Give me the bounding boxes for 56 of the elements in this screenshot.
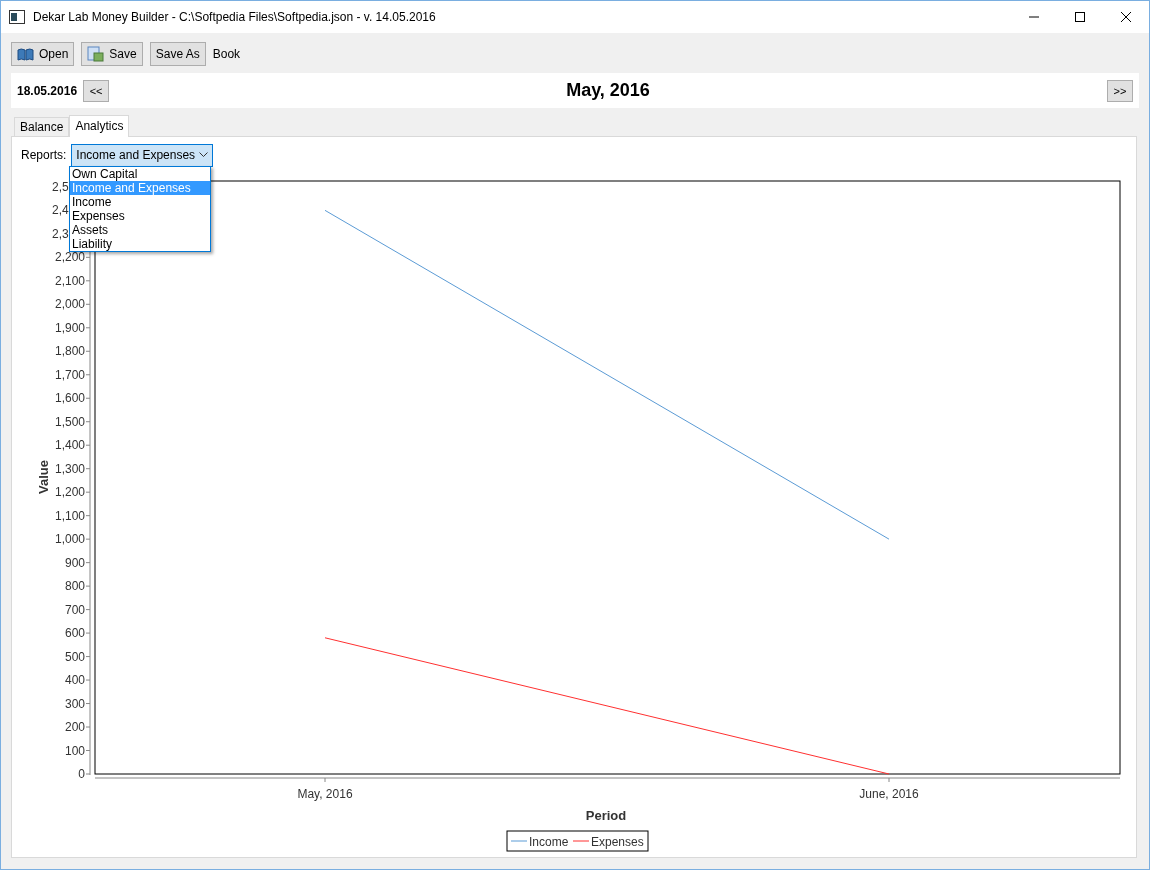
y-axis-title: Value [36,460,51,494]
y-tick-label: 500 [64,649,85,664]
chevron-icon [199,152,209,158]
tab[interactable]: Analytics [69,115,130,137]
next-button[interactable]: >> [1107,79,1133,102]
y-tick-label: 800 [64,579,85,594]
book-icon [17,47,34,61]
y-tick-label: 1,800 [54,344,85,359]
x-tick-label: June, 2016 [859,787,919,801]
close-icon [1121,12,1131,22]
y-tick-label: 1,300 [54,461,85,476]
y-tick-label: 2,5 [52,179,69,194]
y-tick-label: 1,900 [54,320,85,335]
legend-label: Income [529,835,569,849]
y-tick-label: 1,500 [54,414,85,429]
tab[interactable]: Balance [14,117,70,136]
y-tick-label: 1,000 [54,532,85,547]
y-tick-label: 1,100 [54,508,85,523]
y-tick-label: 2,4 [52,203,69,218]
maximize-icon [1075,12,1085,22]
dropdown-option[interactable]: Expenses [70,209,210,223]
floppy-disk-icon [87,46,105,62]
previous-button[interactable]: << [83,79,110,102]
y-tick-label: 700 [64,602,85,617]
legend-label: Expenses [591,835,644,849]
toolbar-button[interactable]: Save As [149,42,206,66]
y-tick-label: 2,100 [54,273,85,288]
window-title: Dekar Lab Money Builder - C:\Softpedia Files\Softpedia.json - v. 14.05.2016 [33,10,437,24]
toolbar-button[interactable]: Open [11,42,75,66]
x-tick-label: May, 2016 [297,787,353,801]
reports-label: Reports: [21,148,67,162]
dropdown-option[interactable]: Income [70,195,210,209]
y-tick-label: 600 [64,626,85,641]
y-tick-label: 400 [64,673,85,688]
y-tick-label: 200 [64,720,85,735]
y-tick-label: 1,200 [54,485,85,500]
y-tick-label: 1,700 [54,367,85,382]
y-tick-label: 2,3 [52,226,69,241]
y-tick-label: 1,400 [54,438,85,453]
y-tick-label: 2,000 [54,297,85,312]
y-tick-label: 1,600 [54,391,85,406]
toolbar-button[interactable]: Save [81,42,143,66]
y-tick-label: 0 [78,767,85,781]
dropdown-option[interactable]: Liability [70,237,210,251]
y-tick-label: 2,200 [54,250,85,265]
dropdown-option[interactable]: Assets [70,223,210,237]
period-title: May, 2016 [565,80,651,101]
y-tick-label: 300 [64,696,85,711]
y-tick-label: 900 [64,555,85,570]
reports-dropdown[interactable]: Income and Expenses [71,143,214,167]
app-icon [9,10,25,24]
x-axis-title: Period [585,808,627,823]
dropdown-option[interactable]: Own Capital [70,167,210,181]
current-date: 18.05.2016 [17,83,78,98]
book-label: Book [212,47,241,61]
y-tick-label: 100 [64,743,85,758]
